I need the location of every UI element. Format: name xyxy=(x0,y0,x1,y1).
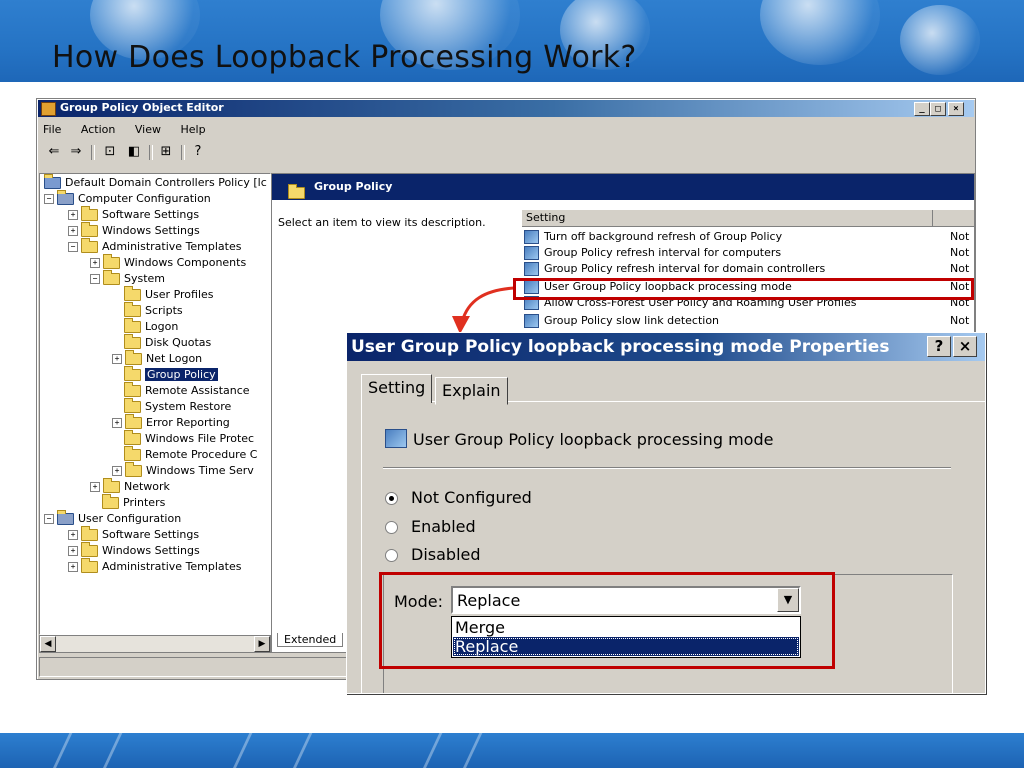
tree-item-disk-quotas[interactable]: Disk Quotas xyxy=(124,334,211,352)
policy-setting-icon xyxy=(385,429,407,448)
highlight-loopback-setting xyxy=(513,278,974,300)
radio-enabled[interactable] xyxy=(385,521,398,534)
folder-open-icon xyxy=(124,366,141,381)
minimize-button[interactable]: _ xyxy=(914,102,930,116)
folder-icon xyxy=(124,334,141,349)
folder-icon xyxy=(124,302,141,317)
gpo-app-icon xyxy=(41,102,56,116)
tree-item-group-policy[interactable]: Group Policy xyxy=(124,366,218,384)
radio-disabled-label[interactable]: Disabled xyxy=(411,545,481,564)
tree-item-printers[interactable]: Printers xyxy=(102,494,165,512)
dialog-help-button[interactable]: ? xyxy=(927,336,951,357)
details-pane-title: Group Policy xyxy=(314,180,393,193)
radio-not-configured[interactable] xyxy=(385,492,398,505)
radio-not-configured-label[interactable]: Not Configured xyxy=(411,488,532,507)
policy-setting-icon xyxy=(524,246,539,260)
folder-icon xyxy=(124,382,141,397)
toolbar: ⇐ ⇒ ⊡ ◧ ⊞ ? xyxy=(43,143,973,163)
scroll-right-icon[interactable]: ▶ xyxy=(254,636,270,652)
menu-bar: File Action View Help xyxy=(43,123,222,139)
dialog-title: User Group Policy loopback processing mo… xyxy=(351,337,890,357)
back-arrow-icon[interactable]: ⇐ xyxy=(45,143,63,161)
folder-icon xyxy=(81,542,98,557)
view-tabs: Extended xyxy=(277,633,344,647)
tree-item-admin-templates[interactable]: − Administrative Templates xyxy=(68,238,242,256)
tab-extended[interactable]: Extended xyxy=(277,633,344,647)
close-button[interactable]: × xyxy=(948,102,964,116)
tab-setting[interactable]: Setting xyxy=(361,374,433,403)
policy-icon xyxy=(44,174,61,189)
folder-icon xyxy=(125,414,142,429)
folder-icon xyxy=(81,222,98,237)
menu-view[interactable]: View xyxy=(135,123,161,136)
folder-icon xyxy=(125,350,142,365)
setting-row[interactable]: Group Policy slow link detection Not xyxy=(524,314,974,330)
folder-icon xyxy=(81,526,98,541)
tree-item-system-restore[interactable]: System Restore xyxy=(124,398,231,416)
separator xyxy=(383,467,951,469)
dialog-titlebar: User Group Policy loopback processing mo… xyxy=(347,333,985,361)
folder-icon xyxy=(103,478,120,493)
folder-icon xyxy=(102,494,119,509)
tree-item-user-profiles[interactable]: User Profiles xyxy=(124,286,214,304)
user-icon xyxy=(57,510,74,525)
setting-row[interactable]: Group Policy refresh interval for comput… xyxy=(524,246,974,262)
tree-item-root-policy[interactable]: Default Domain Controllers Policy [lc xyxy=(44,174,267,192)
folder-icon xyxy=(124,430,141,445)
scroll-left-icon[interactable]: ◀ xyxy=(40,636,56,652)
tree-horizontal-scrollbar[interactable]: ◀ ▶ xyxy=(39,635,271,653)
radio-enabled-label[interactable]: Enabled xyxy=(411,517,476,536)
setting-row[interactable]: Group Policy refresh interval for domain… xyxy=(524,262,974,278)
export-list-icon[interactable]: ⊞ xyxy=(157,143,175,161)
folder-icon xyxy=(103,270,120,285)
tree-item-windows-time-service[interactable]: + Windows Time Serv xyxy=(112,462,254,480)
settings-column-header[interactable]: Setting xyxy=(522,210,974,227)
details-pane-header: Group Policy xyxy=(272,174,974,200)
help-icon[interactable]: ? xyxy=(189,143,207,161)
column-header-setting[interactable]: Setting xyxy=(526,211,565,224)
folder-icon xyxy=(81,238,98,253)
folder-icon xyxy=(81,558,98,573)
folder-icon xyxy=(124,398,141,413)
tree-item-user-admin-templates[interactable]: + Administrative Templates xyxy=(68,558,242,576)
up-folder-icon[interactable]: ⊡ xyxy=(101,143,119,161)
tree-item-windows-file-protection[interactable]: Windows File Protec xyxy=(124,430,254,448)
folder-icon xyxy=(288,183,305,199)
radio-disabled[interactable] xyxy=(385,549,398,562)
tree-item-windows-components[interactable]: + Windows Components xyxy=(90,254,246,272)
slide-title: How Does Loopback Processing Work? xyxy=(52,40,637,75)
policy-setting-icon xyxy=(524,230,539,244)
folder-icon xyxy=(125,462,142,477)
policy-setting-icon xyxy=(524,262,539,276)
highlight-mode-selection xyxy=(379,572,835,669)
gpo-titlebar: Group Policy Object Editor _ □ × xyxy=(38,100,974,117)
tree-item-remote-assistance[interactable]: Remote Assistance xyxy=(124,382,250,400)
policy-name: User Group Policy loopback processing mo… xyxy=(413,430,774,449)
menu-help[interactable]: Help xyxy=(180,123,205,136)
folder-icon xyxy=(124,286,141,301)
computer-icon xyxy=(57,190,74,205)
tree-item-remote-procedure-call[interactable]: Remote Procedure C xyxy=(124,446,257,464)
folder-icon xyxy=(124,446,141,461)
tree-item-user-config[interactable]: − User Configuration xyxy=(44,510,181,528)
folder-icon xyxy=(81,206,98,221)
policy-setting-icon xyxy=(524,314,539,328)
forward-arrow-icon[interactable]: ⇒ xyxy=(67,143,85,161)
show-hide-tree-icon[interactable]: ◧ xyxy=(125,143,143,161)
console-tree: Default Domain Controllers Policy [lc − C… xyxy=(39,173,271,635)
folder-icon xyxy=(103,254,120,269)
tab-explain[interactable]: Explain xyxy=(435,377,508,405)
maximize-button[interactable]: □ xyxy=(930,102,946,116)
menu-file[interactable]: File xyxy=(43,123,61,136)
description-text: Select an item to view its description. xyxy=(278,216,486,229)
folder-icon xyxy=(124,318,141,333)
setting-row[interactable]: Turn off background refresh of Group Pol… xyxy=(524,230,974,246)
gpo-window-title: Group Policy Object Editor xyxy=(60,101,224,114)
callout-arrow xyxy=(452,286,515,334)
dialog-close-button[interactable]: × xyxy=(953,336,977,357)
tree-item-computer-config[interactable]: − Computer Configuration xyxy=(44,190,211,208)
slide-footer-band xyxy=(0,733,1024,768)
menu-action[interactable]: Action xyxy=(81,123,115,136)
